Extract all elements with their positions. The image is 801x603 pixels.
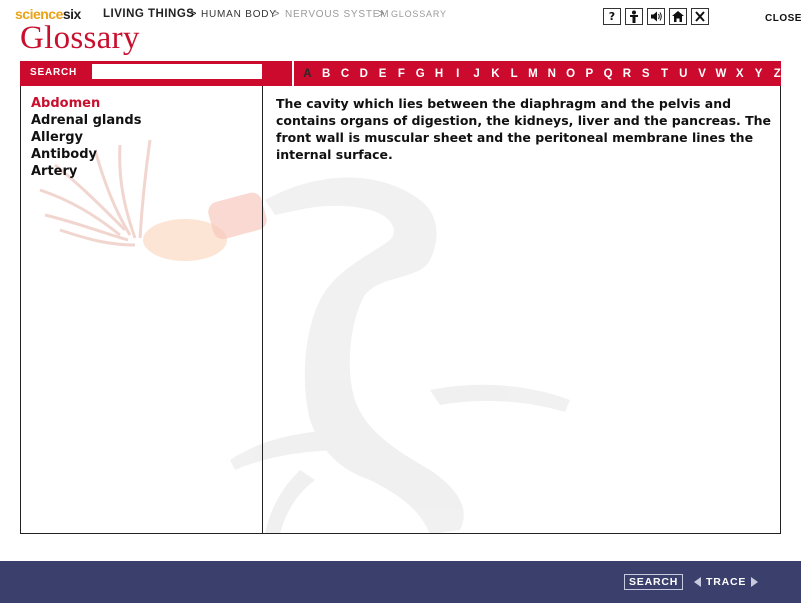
- letter-h[interactable]: H: [430, 68, 449, 80]
- page-title: Glossary: [20, 20, 140, 56]
- breadcrumb-separator: >: [273, 8, 280, 20]
- letter-z[interactable]: Z: [768, 68, 787, 80]
- alphabet-index: ABCDEFGHIJKLMNOPQRSTUVWXYZ: [298, 61, 787, 86]
- letter-l[interactable]: L: [505, 68, 524, 80]
- term-list: Abdomen Adrenal glands Allergy Antibody Arte…: [31, 95, 141, 180]
- person-button[interactable]: [625, 8, 643, 25]
- letter-w[interactable]: W: [712, 68, 731, 80]
- trace-nav[interactable]: TRACE: [694, 574, 759, 590]
- term-item-antibody[interactable]: Antibody: [31, 146, 141, 163]
- help-button[interactable]: ?: [603, 8, 621, 25]
- letter-t[interactable]: T: [655, 68, 674, 80]
- footer-search-label: SEARCH: [629, 576, 679, 588]
- letter-f[interactable]: F: [392, 68, 411, 80]
- letter-n[interactable]: N: [542, 68, 561, 80]
- letter-i[interactable]: I: [448, 68, 467, 80]
- letter-q[interactable]: Q: [599, 68, 618, 80]
- search-input[interactable]: [92, 64, 262, 79]
- trace-label: TRACE: [706, 576, 747, 588]
- term-list-pane: Abdomen Adrenal glands Allergy Antibody Arte…: [21, 86, 263, 533]
- letter-o[interactable]: O: [561, 68, 580, 80]
- speaker-icon: [651, 11, 662, 22]
- breadcrumb-nervous-system[interactable]: NERVOUS SYSTEM: [285, 9, 389, 20]
- letter-v[interactable]: V: [693, 68, 712, 80]
- glossary-panel: Abdomen Adrenal glands Allergy Antibody Arte…: [20, 86, 781, 534]
- footer-bar: SEARCH TRACE: [0, 561, 801, 603]
- term-item-artery[interactable]: Artery: [31, 163, 141, 180]
- letter-p[interactable]: P: [580, 68, 599, 80]
- letter-x[interactable]: X: [730, 68, 749, 80]
- person-icon: [630, 10, 638, 23]
- letter-j[interactable]: J: [467, 68, 486, 80]
- close-icon: [695, 11, 705, 22]
- definition-text: The cavity which lies between the diaphr…: [276, 96, 772, 162]
- footer-search-button[interactable]: SEARCH: [624, 574, 684, 590]
- search-alphabet-bar: SEARCH ABCDEFGHIJKLMNOPQRSTUVWXYZ: [20, 61, 781, 86]
- home-button[interactable]: [669, 8, 687, 25]
- breadcrumb-living-things[interactable]: LIVING THINGS: [103, 8, 194, 20]
- letter-s[interactable]: S: [636, 68, 655, 80]
- letter-m[interactable]: M: [524, 68, 543, 80]
- next-arrow-icon[interactable]: [751, 577, 759, 587]
- help-icon: ?: [608, 10, 616, 23]
- letter-a[interactable]: A: [298, 68, 317, 80]
- term-item-abdomen[interactable]: Abdomen: [31, 95, 141, 112]
- toolbar-icons: ?: [603, 8, 709, 25]
- term-item-allergy[interactable]: Allergy: [31, 129, 141, 146]
- letter-g[interactable]: G: [411, 68, 430, 80]
- sound-button[interactable]: [647, 8, 665, 25]
- previous-arrow-icon[interactable]: [694, 577, 701, 587]
- search-label: SEARCH: [30, 67, 78, 78]
- letter-e[interactable]: E: [373, 68, 392, 80]
- letter-d[interactable]: D: [354, 68, 373, 80]
- letter-k[interactable]: K: [486, 68, 505, 80]
- term-item-adrenal-glands[interactable]: Adrenal glands: [31, 112, 141, 129]
- breadcrumb-separator: >: [378, 8, 385, 20]
- bar-divider: [292, 61, 294, 86]
- letter-u[interactable]: U: [674, 68, 693, 80]
- breadcrumb-human-body[interactable]: HUMAN BODY: [201, 9, 277, 20]
- letter-y[interactable]: Y: [749, 68, 768, 80]
- letter-c[interactable]: C: [336, 68, 355, 80]
- breadcrumb-glossary: GLOSSARY: [391, 9, 447, 19]
- letter-r[interactable]: R: [618, 68, 637, 80]
- close-button[interactable]: CLOSE: [765, 13, 801, 24]
- breadcrumb-separator: >: [190, 8, 197, 20]
- home-icon: [672, 11, 684, 22]
- exit-button[interactable]: [691, 8, 709, 25]
- letter-b[interactable]: B: [317, 68, 336, 80]
